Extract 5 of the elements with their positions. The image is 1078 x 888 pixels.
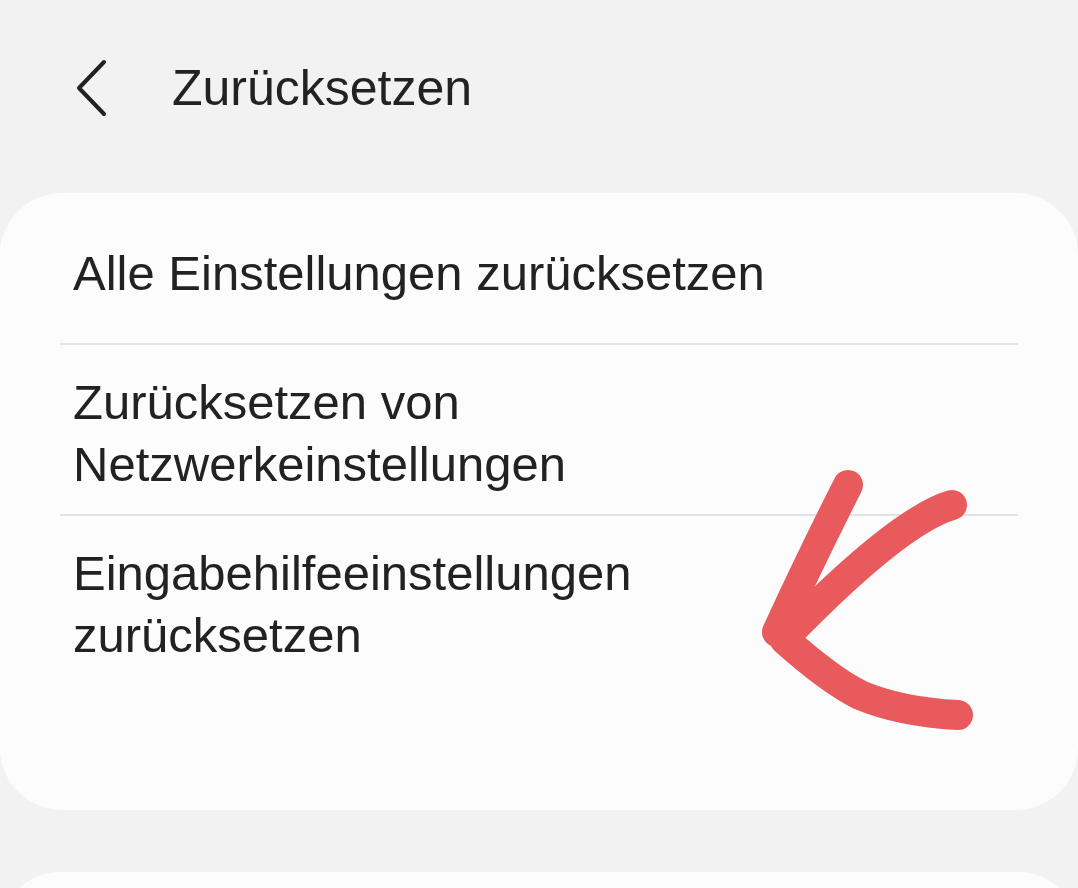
- settings-item[interactable]: Zurücksetzen von Netzwerkeinstellungen: [60, 345, 846, 514]
- settings-item[interactable]: Alle Einstellungen zurücksetzen: [60, 225, 846, 343]
- screen-title: Zurücksetzen: [172, 59, 473, 117]
- back-icon: [74, 59, 108, 117]
- settings-item[interactable]: Eingabehilfeeinstellungen zurücksetzen: [60, 516, 846, 666]
